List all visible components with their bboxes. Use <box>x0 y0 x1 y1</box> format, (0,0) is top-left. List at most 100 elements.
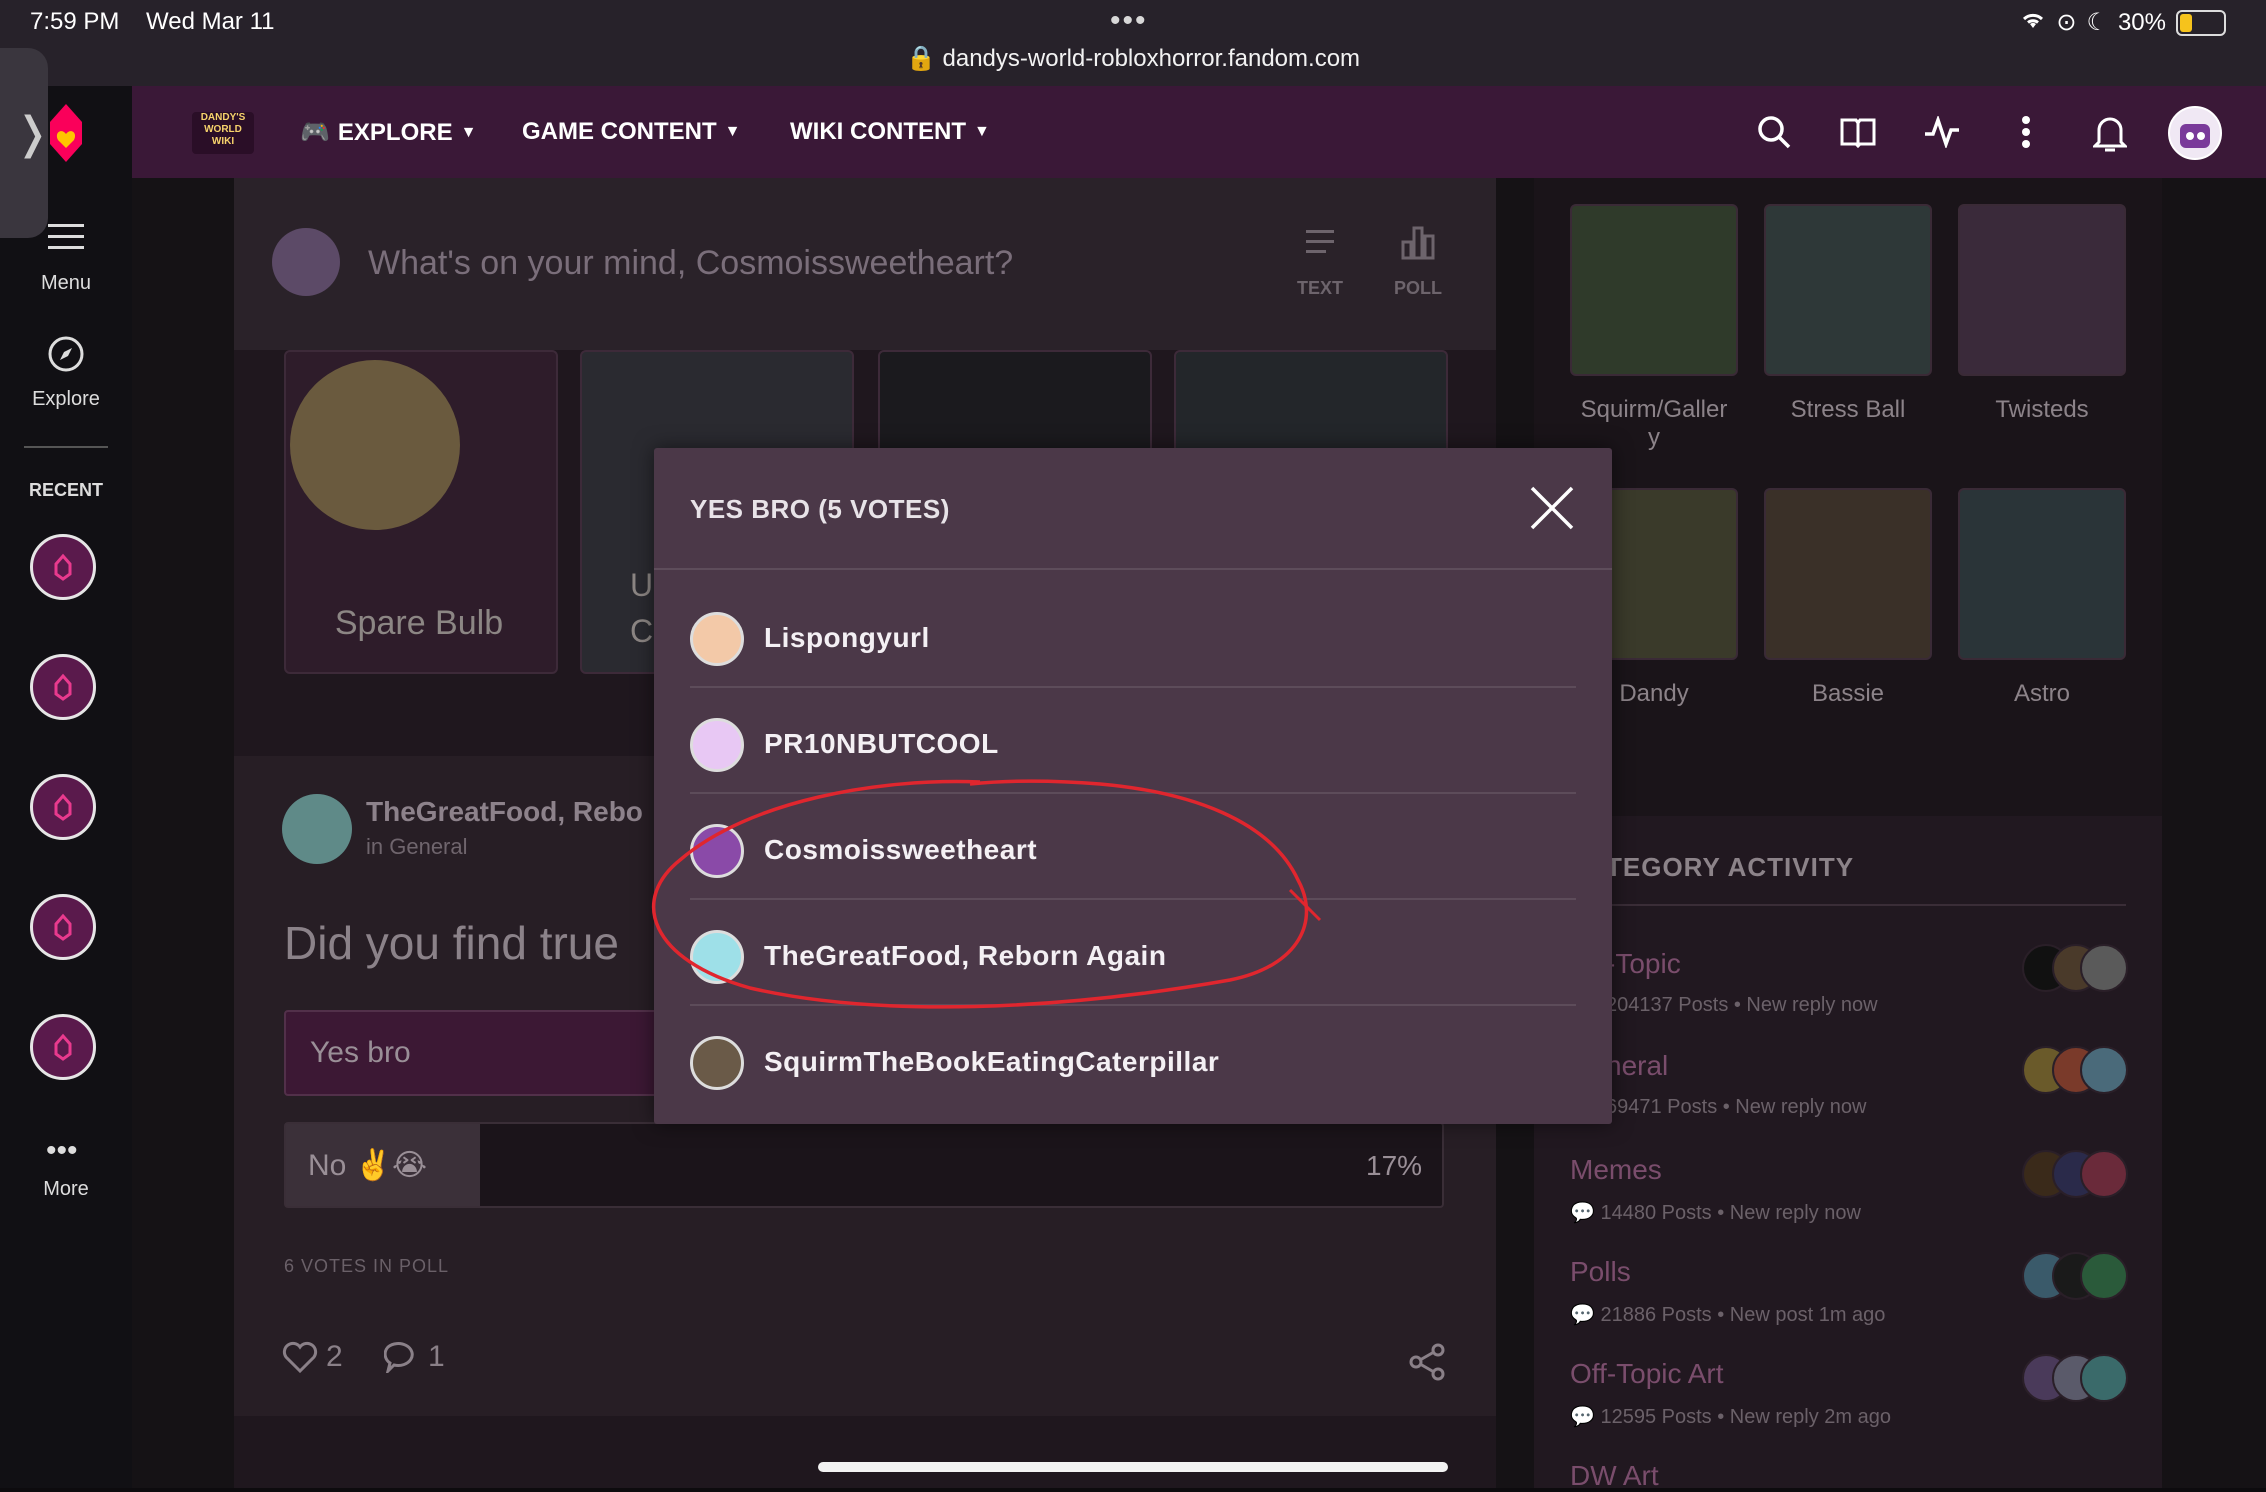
wiki-logo[interactable]: DANDY'S WORLD WIKI <box>192 112 254 154</box>
poll-post-label[interactable]: POLL <box>1378 278 1458 299</box>
poll-option-2-label: No ✌️😭 <box>308 1149 428 1182</box>
thumb-image[interactable] <box>1764 488 1932 660</box>
recent-wiki-2[interactable] <box>30 654 96 720</box>
composer-placeholder[interactable]: What's on your mind, Cosmoissweetheart? <box>368 244 1013 283</box>
book-icon[interactable] <box>1834 108 1882 156</box>
poll-icon[interactable] <box>1400 224 1436 260</box>
category-link[interactable]: neral <box>1606 1050 1668 1082</box>
fandom-flame-icon <box>54 673 72 701</box>
card-label: Spare Bulb <box>334 604 504 642</box>
divider <box>690 686 1576 688</box>
post-category[interactable]: in General <box>366 834 468 860</box>
more-dots-icon[interactable]: ••• <box>46 1134 78 1168</box>
author-avatar[interactable] <box>282 794 352 864</box>
multitask-dots-icon[interactable]: ••• <box>1110 4 1148 38</box>
poll-votes-count[interactable]: 6 VOTES IN POLL <box>284 1256 449 1277</box>
red-circle-annotation <box>652 779 1322 1009</box>
user-avatar[interactable] <box>2168 106 2222 160</box>
battery-icon <box>2176 9 2226 36</box>
category-avatars <box>2022 1150 2128 1198</box>
more-vertical-icon[interactable] <box>2002 108 2050 156</box>
menu-label[interactable]: Menu <box>0 272 132 295</box>
thumb-image[interactable] <box>1958 488 2126 660</box>
post-author[interactable]: TheGreatFood, Rebo <box>366 796 643 828</box>
url-bar[interactable]: 🔒 dandys-world-robloxhorror.fandom.com <box>0 44 2266 73</box>
modal-divider <box>654 568 1612 570</box>
text-post-icon[interactable] <box>1304 226 1336 258</box>
status-right: ⊙ ☾ 30% <box>2020 8 2226 37</box>
home-indicator[interactable] <box>818 1462 1448 1472</box>
text-post-label[interactable]: TEXT <box>1280 278 1360 299</box>
nav-game-content-label: GAME CONTENT <box>522 118 717 145</box>
nav-wiki-content[interactable]: WIKI CONTENT ▼ <box>790 118 990 146</box>
share-icon[interactable] <box>1408 1342 1448 1382</box>
voter-name: Lispongyurl <box>764 622 930 653</box>
voter-avatar <box>690 612 744 666</box>
category-link[interactable]: DW Art <box>1570 1460 1659 1492</box>
like-button[interactable]: 2 <box>282 1340 343 1374</box>
thumb-image[interactable] <box>1570 204 1738 376</box>
rail-divider <box>24 446 108 448</box>
voter-row[interactable]: Lispongyurl <box>690 584 1576 688</box>
battery-percent: 30% <box>2117 8 2166 36</box>
category-avatars <box>2022 1354 2128 1402</box>
thumb-image[interactable] <box>1958 204 2126 376</box>
comment-button[interactable]: 1 <box>384 1340 445 1374</box>
comment-icon <box>384 1342 414 1373</box>
nav-explore-label: EXPLORE <box>337 118 453 146</box>
wifi-icon <box>2020 9 2046 37</box>
recent-wiki-5[interactable] <box>30 1014 96 1080</box>
recent-wiki-1[interactable] <box>30 534 96 600</box>
category-avatars <box>2022 944 2128 992</box>
gamepad-icon: 🎮 <box>300 119 330 146</box>
like-count: 2 <box>326 1340 343 1373</box>
modal-title: YES BRO (5 VOTES) <box>690 494 950 524</box>
category-link[interactable]: Memes <box>1570 1154 1662 1186</box>
status-time: 7:59 PM <box>30 8 120 35</box>
category-meta: 💬 14480 Posts • New reply now <box>1570 1202 1861 1224</box>
caret-down-icon: ▼ <box>973 123 990 140</box>
voter-name: SquirmTheBookEatingCaterpillar <box>764 1046 1220 1077</box>
category-link[interactable]: -Topic <box>1606 948 1681 980</box>
poll-question: Did you find true <box>284 917 619 969</box>
search-icon[interactable] <box>1750 108 1798 156</box>
rotation-lock-icon: ⊙ <box>2056 9 2077 36</box>
category-meta: 💬 21886 Posts • New post 1m ago <box>1570 1304 1886 1326</box>
voter-row[interactable]: SquirmTheBookEatingCaterpillar <box>690 1008 1576 1112</box>
voter-name: PR10NBUTCOOL <box>764 728 999 759</box>
thumb-label[interactable]: Astro <box>1944 680 2140 708</box>
thumb-label[interactable]: Squirm/Galler y <box>1556 396 1752 452</box>
poll-option-2-percent: 17% <box>1366 1150 1423 1181</box>
category-link[interactable]: Polls <box>1570 1256 1631 1288</box>
activity-icon[interactable] <box>1918 108 1966 156</box>
nav-explore[interactable]: 🎮 EXPLORE ▼ <box>300 118 476 147</box>
close-icon[interactable] <box>1528 484 1576 532</box>
category-avatars <box>2022 1046 2128 1094</box>
menu-icon[interactable] <box>46 220 86 254</box>
fandom-logo-icon[interactable] <box>42 100 90 166</box>
heart-icon <box>282 1341 318 1373</box>
divider <box>1570 904 2126 906</box>
recent-wiki-4[interactable] <box>30 894 96 960</box>
voter-avatar <box>690 718 744 772</box>
thumb-image[interactable] <box>1764 204 1932 376</box>
nav-game-content[interactable]: GAME CONTENT ▼ <box>522 118 741 146</box>
bulb-image <box>290 360 460 530</box>
fandom-flame-icon <box>54 913 72 941</box>
category-link[interactable]: Off-Topic Art <box>1570 1358 1724 1390</box>
thumb-label[interactable]: Stress Ball <box>1750 396 1946 424</box>
category-meta: 69471 Posts • New reply now <box>1606 1096 1867 1118</box>
thumb-label[interactable]: Twisteds <box>1944 396 2140 424</box>
category-activity-title: TEGORY ACTIVITY <box>1606 852 1855 882</box>
thumb-label[interactable]: Bassie <box>1750 680 1946 708</box>
nav-wiki-content-label: WIKI CONTENT <box>790 118 966 145</box>
card-label: U C <box>630 567 654 649</box>
comment-count: 1 <box>428 1340 445 1373</box>
more-label[interactable]: More <box>0 1178 132 1201</box>
caret-down-icon: ▼ <box>724 123 741 140</box>
compass-icon[interactable] <box>46 334 86 374</box>
voter-avatar <box>690 1036 744 1090</box>
recent-wiki-3[interactable] <box>30 774 96 840</box>
explore-label[interactable]: Explore <box>0 388 132 411</box>
bell-icon[interactable] <box>2086 108 2134 156</box>
